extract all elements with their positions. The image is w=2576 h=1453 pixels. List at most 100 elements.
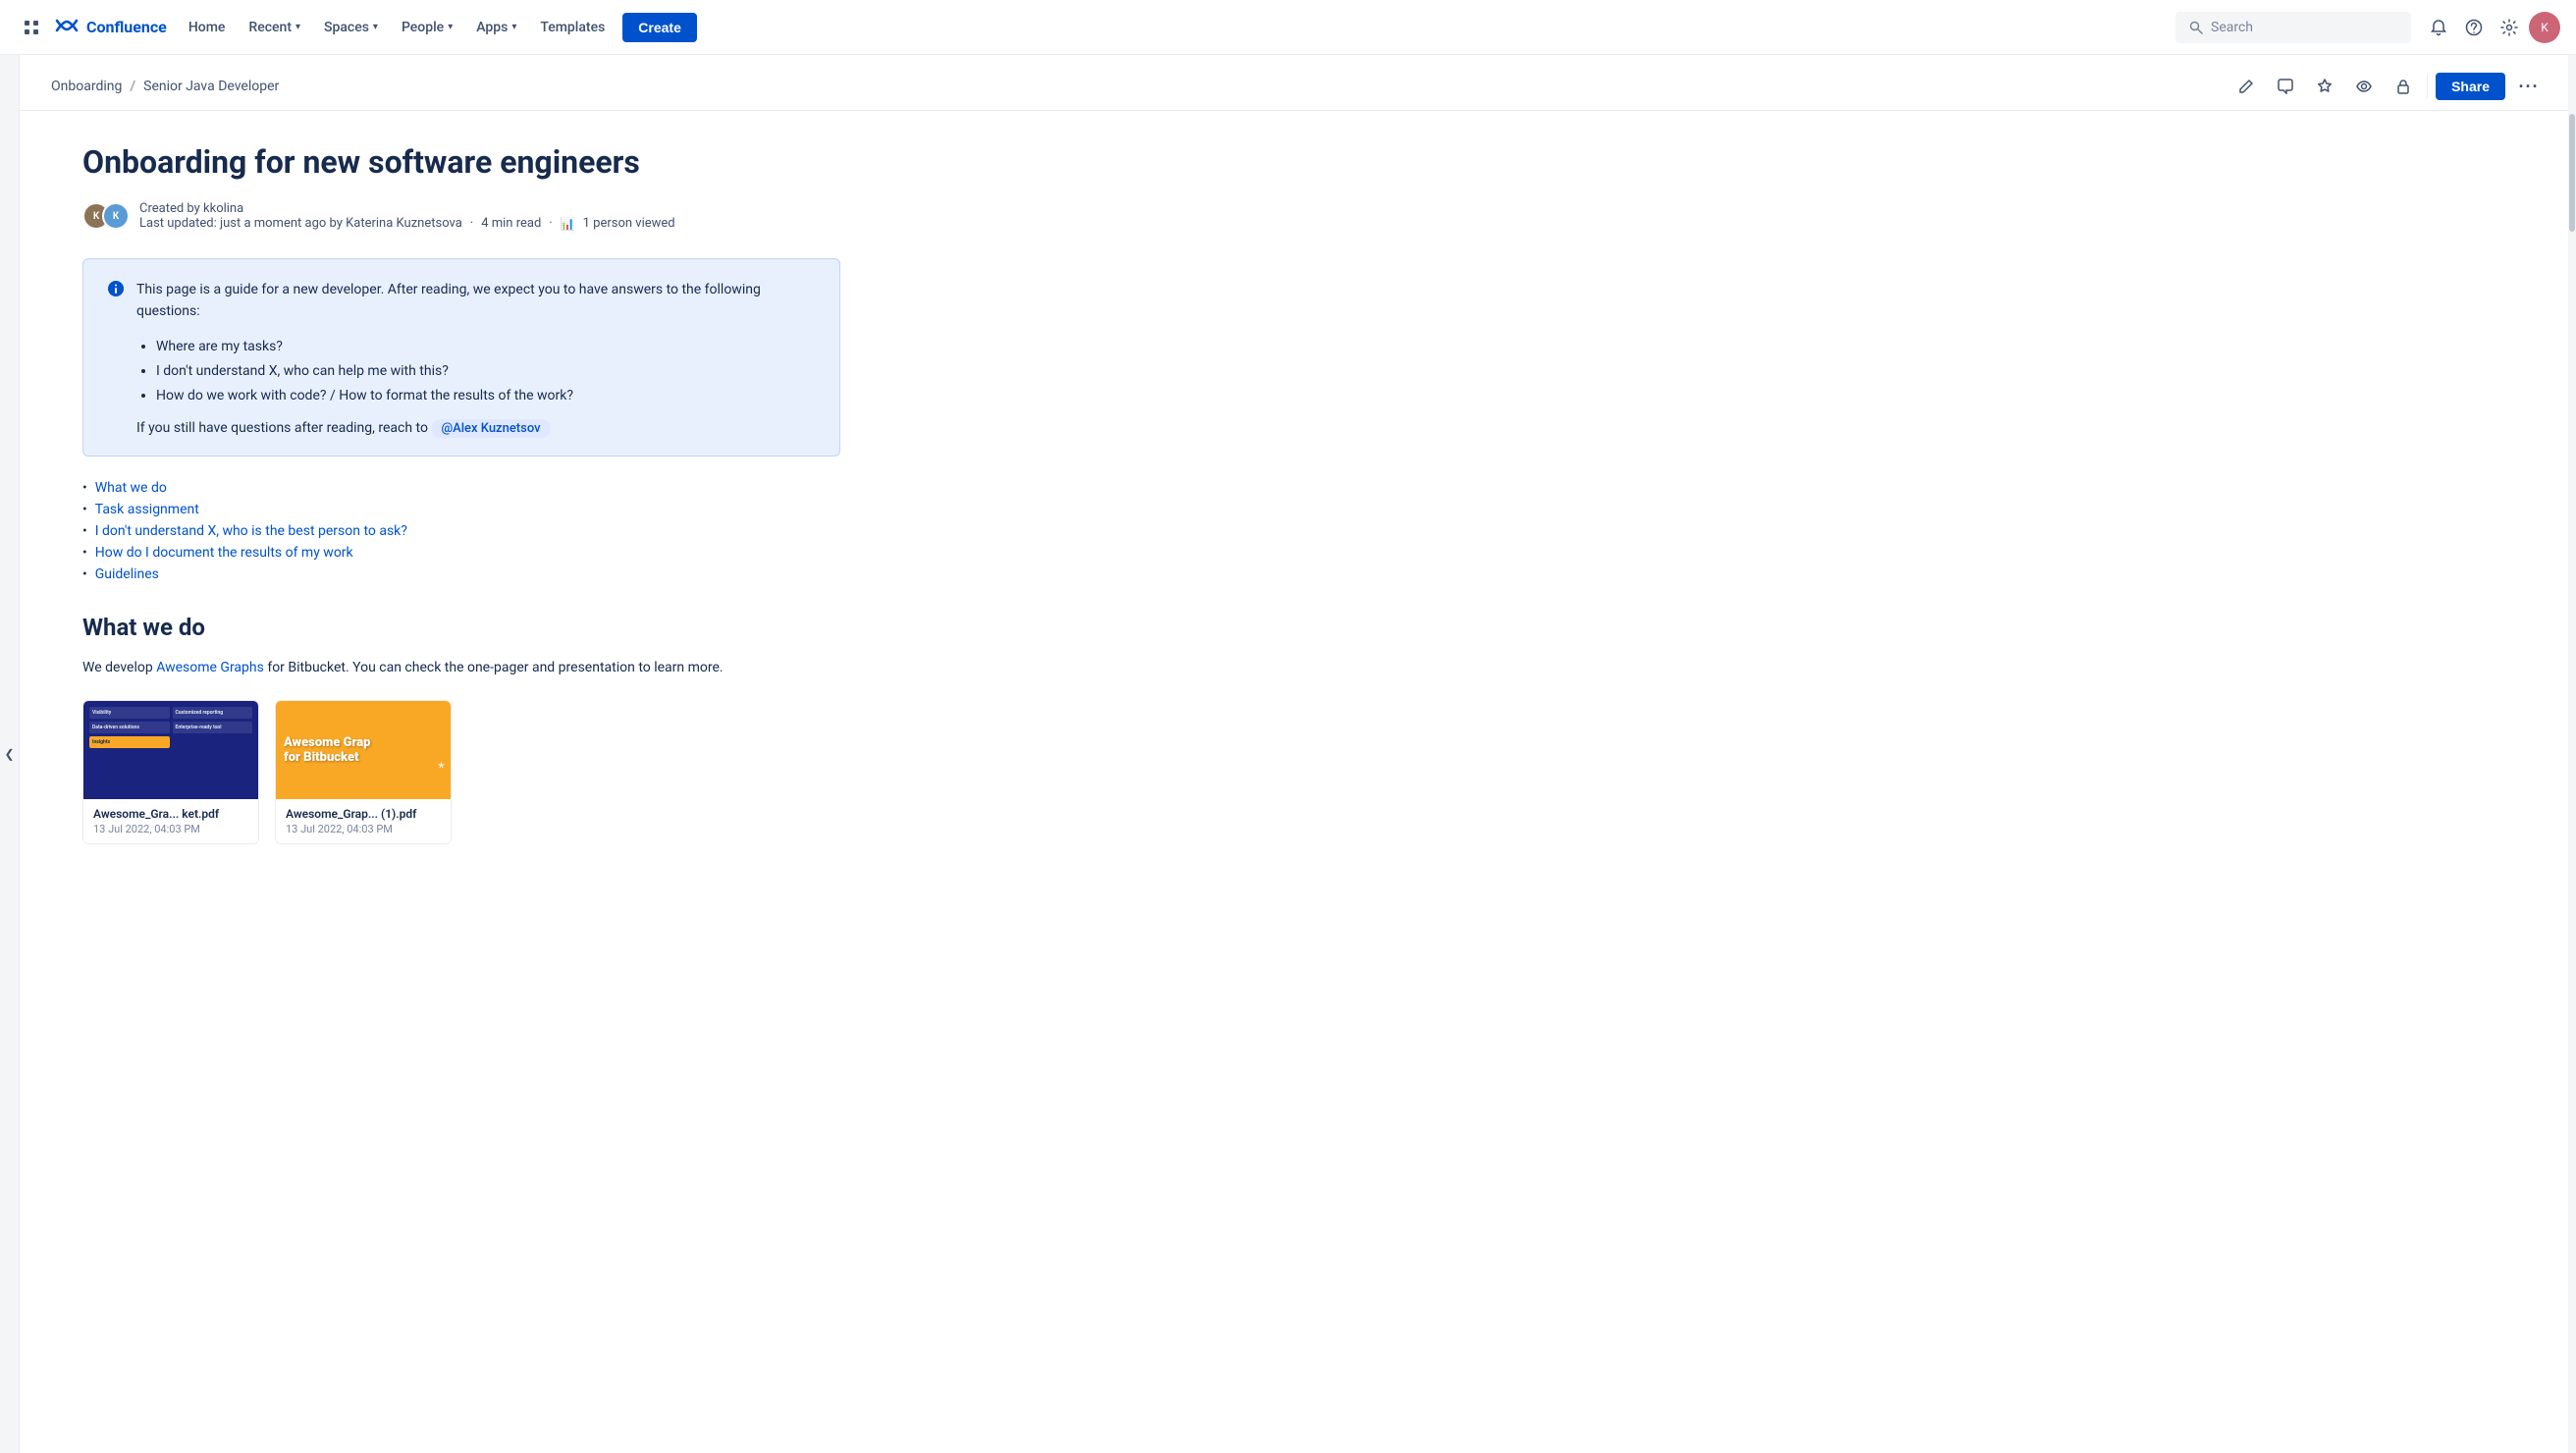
nav-people[interactable]: People ▾ bbox=[392, 14, 462, 41]
nav-home[interactable]: Home bbox=[179, 14, 236, 41]
navbar: Confluence Home Recent ▾ Spaces ▾ People… bbox=[0, 0, 2576, 55]
action-separator bbox=[2427, 75, 2428, 98]
sidebar-toggle-button[interactable]: ❮ bbox=[0, 55, 20, 1453]
info-content: This page is a guide for a new developer… bbox=[136, 279, 816, 436]
search-icon bbox=[2189, 21, 2203, 34]
list-item: How do we work with code? / How to forma… bbox=[156, 384, 816, 408]
settings-button[interactable] bbox=[2494, 12, 2525, 43]
file-date-1: 13 Jul 2022, 04:03 PM bbox=[93, 823, 248, 835]
breadcrumb-parent[interactable]: Onboarding bbox=[51, 79, 122, 94]
author-avatars: K K bbox=[82, 202, 130, 230]
info-contact: If you still have questions after readin… bbox=[136, 420, 816, 436]
breadcrumb-current: Senior Java Developer bbox=[143, 79, 279, 94]
dot-separator-2: · bbox=[549, 216, 552, 231]
comment-button[interactable] bbox=[2270, 71, 2301, 102]
file-info-2: Awesome_Grap... (1).pdf 13 Jul 2022, 04:… bbox=[276, 799, 451, 843]
content-area: Onboarding / Senior Java Developer bbox=[20, 55, 2576, 1453]
toc-bullet: • bbox=[82, 480, 87, 496]
search-bar[interactable]: Search bbox=[2175, 12, 2411, 43]
author-row: K K Created by kkolina Last updated: jus… bbox=[82, 201, 840, 231]
info-questions-list: Where are my tasks? I don't understand X… bbox=[136, 335, 816, 409]
help-button[interactable] bbox=[2458, 12, 2490, 43]
breadcrumb-separator: / bbox=[130, 79, 135, 94]
list-item: I don't understand X, who can help me wi… bbox=[156, 359, 816, 384]
author-info: Created by kkolina Last updated: just a … bbox=[139, 201, 675, 231]
comment-icon bbox=[2278, 79, 2293, 94]
file-thumbnail-2: Awesome Grapfor Bitbucket ★ bbox=[276, 701, 451, 799]
section-title-what-we-do: What we do bbox=[82, 614, 840, 641]
info-icon bbox=[107, 280, 125, 436]
page-title: Onboarding for new software engineers bbox=[82, 142, 840, 182]
file-card-1[interactable]: Visibility Customized reporting Data-dri… bbox=[82, 700, 259, 844]
confluence-logo-text: Confluence bbox=[86, 18, 167, 36]
info-box: This page is a guide for a new developer… bbox=[82, 258, 840, 457]
toc-item: • What we do bbox=[82, 480, 840, 496]
toc-link-dont-understand[interactable]: I don't understand X, who is the best pe… bbox=[95, 523, 407, 539]
mention-alex[interactable]: @Alex Kuznetsov bbox=[431, 419, 550, 438]
share-button[interactable]: Share bbox=[2436, 73, 2505, 100]
nav-spaces[interactable]: Spaces ▾ bbox=[314, 14, 388, 41]
confluence-logo-icon bbox=[55, 14, 79, 41]
scrollbar-thumb bbox=[2569, 114, 2575, 232]
toc-link-what-we-do[interactable]: What we do bbox=[95, 480, 167, 496]
breadcrumb-bar: Onboarding / Senior Java Developer bbox=[20, 55, 2576, 111]
views-icon: 📊 bbox=[561, 217, 575, 231]
nav-apps[interactable]: Apps ▾ bbox=[466, 14, 526, 41]
avatar-secondary: K bbox=[102, 202, 130, 230]
awesome-graphs-link[interactable]: Awesome Graphs bbox=[156, 660, 264, 675]
file-thumbnail-1: Visibility Customized reporting Data-dri… bbox=[83, 701, 258, 799]
toc-bullet: • bbox=[82, 523, 87, 539]
spaces-chevron-icon: ▾ bbox=[373, 22, 378, 32]
search-placeholder: Search bbox=[2211, 20, 2253, 35]
more-icon: ··· bbox=[2519, 77, 2540, 97]
edit-button[interactable] bbox=[2230, 71, 2262, 102]
page-content: Onboarding for new software engineers K … bbox=[20, 111, 903, 876]
gear-icon bbox=[2500, 19, 2518, 36]
nav-grid-button[interactable] bbox=[16, 12, 47, 43]
create-button[interactable]: Create bbox=[622, 13, 697, 42]
breadcrumb: Onboarding / Senior Java Developer bbox=[51, 79, 279, 94]
help-icon bbox=[2465, 19, 2483, 36]
nav-recent[interactable]: Recent ▾ bbox=[239, 14, 310, 41]
section-text-what-we-do: We develop Awesome Graphs for Bitbucket.… bbox=[82, 657, 840, 680]
list-item: Where are my tasks? bbox=[156, 335, 816, 359]
restrict-button[interactable] bbox=[2388, 71, 2419, 102]
toc-link-guidelines[interactable]: Guidelines bbox=[95, 566, 159, 582]
viewers-count: 1 person viewed bbox=[583, 216, 675, 231]
file-info-1: Awesome_Gra... ket.pdf 13 Jul 2022, 04:0… bbox=[83, 799, 258, 843]
confluence-logo[interactable]: Confluence bbox=[55, 14, 167, 41]
watch-button[interactable] bbox=[2348, 71, 2380, 102]
toc-item: • Guidelines bbox=[82, 566, 840, 582]
author-created-text: Created by kkolina bbox=[139, 201, 243, 216]
toc-bullet: • bbox=[82, 566, 87, 582]
file-card-2[interactable]: Awesome Grapfor Bitbucket ★ Awesome_Grap… bbox=[275, 700, 452, 844]
toc-item: • How do I document the results of my wo… bbox=[82, 545, 840, 561]
notifications-button[interactable] bbox=[2423, 12, 2454, 43]
toc-item: • Task assignment bbox=[82, 502, 840, 517]
table-of-contents: • What we do • Task assignment • I don't… bbox=[82, 480, 840, 582]
people-chevron-icon: ▾ bbox=[448, 22, 453, 32]
file-name-1: Awesome_Gra... ket.pdf bbox=[93, 807, 248, 821]
user-avatar[interactable]: K bbox=[2529, 12, 2560, 43]
star-button[interactable] bbox=[2309, 71, 2340, 102]
toc-bullet: • bbox=[82, 502, 87, 517]
read-time: 4 min read bbox=[481, 216, 541, 231]
more-options-button[interactable]: ··· bbox=[2513, 71, 2545, 102]
collapse-icon: ❮ bbox=[4, 747, 14, 761]
nav-templates[interactable]: Templates bbox=[530, 14, 615, 41]
dot-separator-1: · bbox=[470, 216, 473, 231]
page-layout: ❮ Onboarding / Senior Java Developer bbox=[0, 55, 2576, 1453]
toc-link-task-assignment[interactable]: Task assignment bbox=[95, 502, 199, 517]
file-name-2: Awesome_Grap... (1).pdf bbox=[286, 807, 441, 821]
breadcrumb-actions: Share ··· bbox=[2230, 71, 2545, 102]
star-icon bbox=[2317, 79, 2333, 94]
recent-chevron-icon: ▾ bbox=[295, 22, 300, 32]
file-attachments: Visibility Customized reporting Data-dri… bbox=[82, 700, 840, 844]
toc-bullet: • bbox=[82, 545, 87, 561]
restrict-icon bbox=[2395, 79, 2411, 94]
apps-chevron-icon: ▾ bbox=[511, 22, 516, 32]
toc-link-document-results[interactable]: How do I document the results of my work bbox=[95, 545, 353, 561]
author-updated-text: Last updated: just a moment ago by Kater… bbox=[139, 216, 462, 231]
scrollbar[interactable] bbox=[2568, 55, 2576, 1453]
file-date-2: 13 Jul 2022, 04:03 PM bbox=[286, 823, 441, 835]
